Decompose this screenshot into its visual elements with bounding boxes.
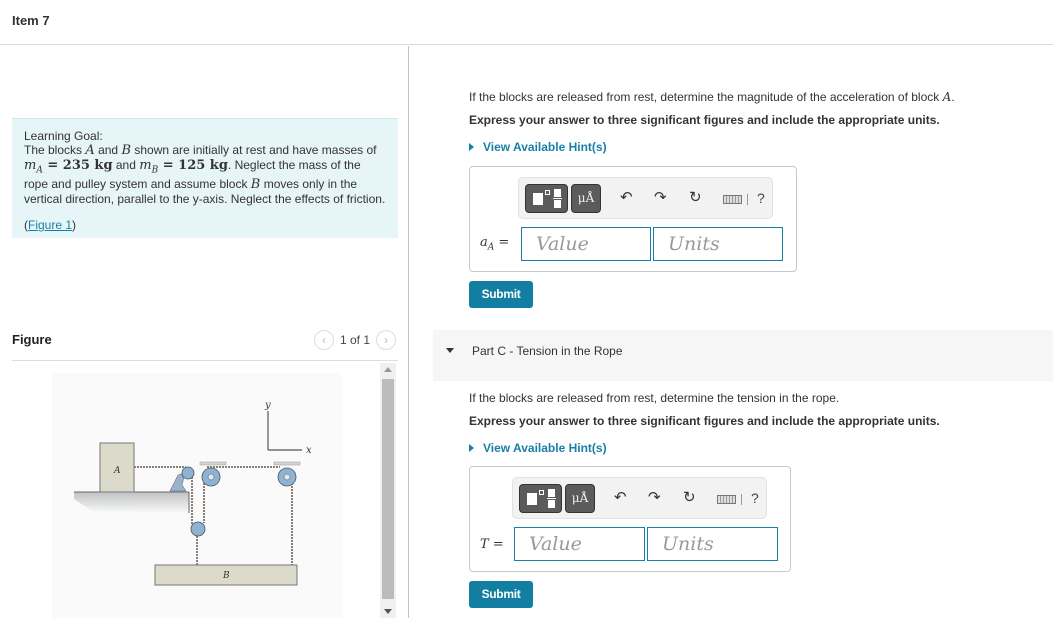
part-b-answer-box: μÅ ↶ ↷ ↻ ? aA = Value Units [469,166,797,272]
figure-reference: (Figure 1) [24,218,77,233]
part-c-question: If the blocks are released from rest, de… [469,391,840,405]
next-figure-button[interactable]: › [376,330,396,350]
learning-goal-title: Learning Goal: [24,129,103,143]
y-axis-label: y [264,400,271,411]
chevron-right-icon: › [384,333,388,347]
block-b-label: B [222,571,230,581]
help-icon[interactable]: ? [757,190,765,206]
item-header: Item 7 [0,0,1053,45]
caret-down-icon [446,348,454,353]
reset-icon[interactable]: ↻ [683,489,696,507]
item-title: Item 7 [12,13,50,28]
part-b-submit-button[interactable]: Submit [469,281,533,308]
part-c-math-toolbar: μÅ ↶ ↷ ↻ ? [512,477,767,519]
scroll-down-arrow-icon[interactable] [384,609,392,614]
block-a-label: A [113,466,121,476]
units-button[interactable]: μÅ [565,484,595,513]
part-c-value-input[interactable]: Value [514,527,645,561]
part-c-submit-button[interactable]: Submit [469,581,533,608]
part-b-instruction: Express your answer to three significant… [469,113,940,127]
figure-1-link[interactable]: Figure 1 [28,218,72,232]
toolbar-separator [741,494,742,505]
part-b-question: If the blocks are released from rest, de… [469,90,955,104]
part-c-units-input[interactable]: Units [647,527,778,561]
part-b-value-input[interactable]: Value [521,227,651,261]
part-b-variable-label: aA = [480,235,510,253]
figure-image: y x A B [52,373,342,618]
x-axis-label: x [306,445,312,456]
redo-icon[interactable]: ↷ [654,189,667,207]
part-c-header[interactable]: Part C - Tension in the Rope [433,330,1053,381]
keyboard-icon[interactable] [723,195,742,204]
figure-scrollbar[interactable] [380,363,396,618]
redo-icon[interactable]: ↷ [648,489,661,507]
keyboard-icon[interactable] [717,495,736,504]
units-button[interactable]: μÅ [571,184,601,213]
caret-right-icon [469,443,474,452]
templates-button[interactable] [519,484,562,513]
undo-icon[interactable]: ↶ [614,489,627,507]
ground-ledge [74,492,189,513]
chevron-left-icon: ‹ [321,333,326,347]
pulley-1 [181,466,195,480]
scrollbar-thumb[interactable] [382,379,394,599]
part-b-hint-link[interactable]: View Available Hint(s) [469,140,607,154]
undo-icon[interactable]: ↶ [620,189,633,207]
part-c-hint-link[interactable]: View Available Hint(s) [469,441,607,455]
templates-button[interactable] [525,184,568,213]
figure-pager: ‹ 1 of 1 › [313,330,396,350]
reset-icon[interactable]: ↻ [689,189,702,207]
panel-divider [408,46,409,618]
part-b-math-toolbar: μÅ ↶ ↷ ↻ ? [518,177,773,219]
pulley-4 [190,521,206,537]
figure-label: Figure [12,332,52,347]
part-c-title: Part C - Tension in the Rope [472,344,623,358]
caret-right-icon [469,142,474,151]
part-c-answer-box: μÅ ↶ ↷ ↻ ? T = Value Units [469,466,791,572]
pulley-diagram: y x A B [74,400,312,586]
learning-goal-panel: Learning Goal: The blocks A and B shown … [12,118,398,238]
part-b-units-input[interactable]: Units [653,227,783,261]
prev-figure-button[interactable]: ‹ [313,330,334,350]
scroll-up-arrow-icon[interactable] [384,367,392,372]
part-c-variable-label: T = [480,537,504,552]
help-icon[interactable]: ? [751,490,759,506]
figure-page-count: 1 of 1 [339,333,370,347]
part-c-instruction: Express your answer to three significant… [469,414,940,428]
learning-goal-text: The blocks A and B shown are initially a… [24,143,386,207]
toolbar-separator [747,194,748,205]
figure-header: Figure ‹ 1 of 1 › [12,330,398,361]
